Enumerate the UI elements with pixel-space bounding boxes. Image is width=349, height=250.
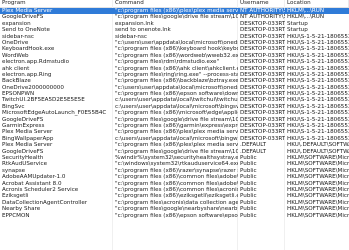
column-header-location[interactable]: Location — [285, 0, 349, 7]
cell-username: Public — [240, 212, 257, 219]
table-row[interactable]: EPPCMON "c:\program files (x86)\epson sof… — [0, 213, 349, 219]
cell-program: EPPCMON — [2, 212, 30, 219]
column-header-program[interactable]: Program — [0, 0, 113, 7]
table-body: Plex Media Server "c:\program files (x86)… — [0, 8, 349, 219]
table-header: Program Command Username Location — [0, 0, 349, 8]
cell-command: "c:\program files (x86)\epson software\e… — [115, 212, 238, 219]
cell-location: HKLM\SOFTWARE\Microsoft\... — [287, 212, 349, 219]
column-header-username[interactable]: Username — [238, 0, 285, 7]
autorun-list-window: Program Command Username Location Plex M… — [0, 0, 349, 250]
column-header-command[interactable]: Command — [113, 0, 238, 7]
